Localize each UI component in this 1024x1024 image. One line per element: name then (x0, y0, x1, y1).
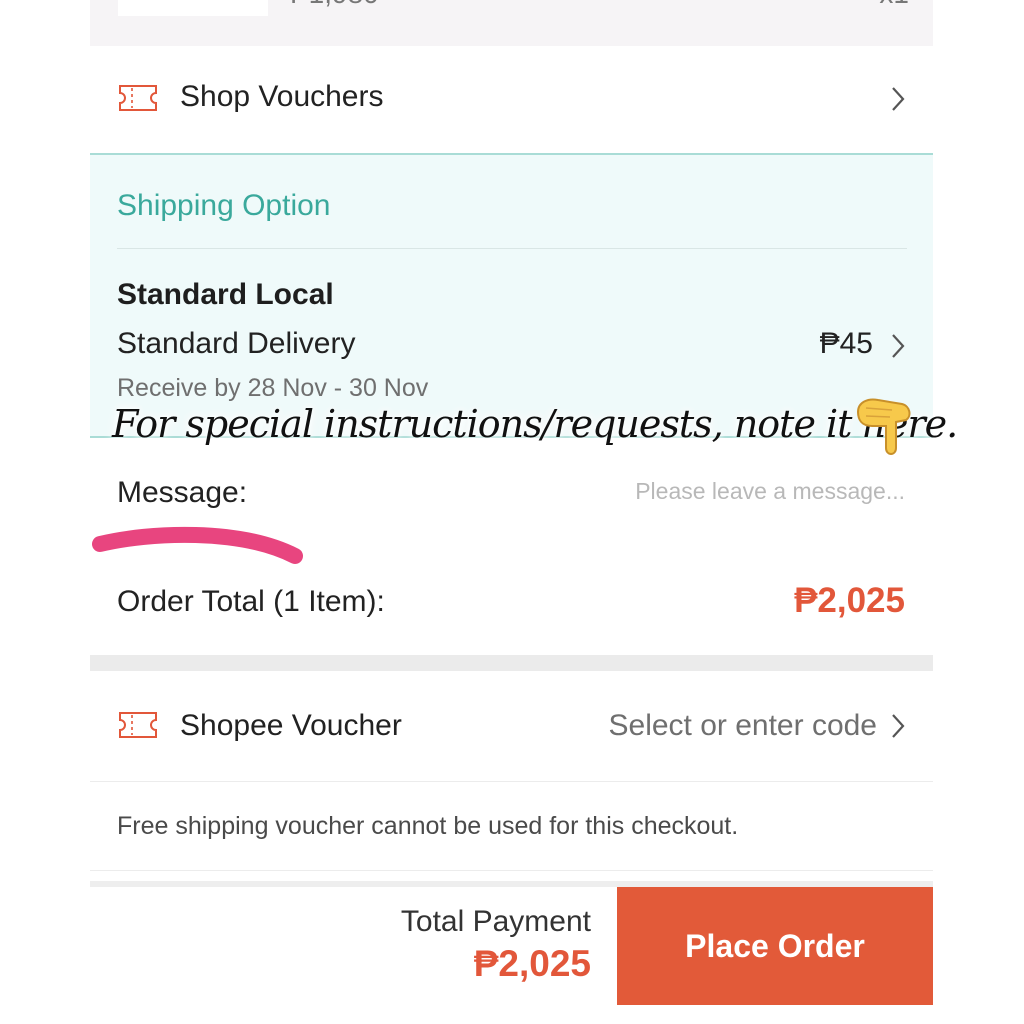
shopee-voucher-row[interactable]: Shopee Voucher Select or enter code (90, 671, 933, 782)
delivery-type: Standard Delivery (117, 327, 356, 360)
message-label: Message: (117, 476, 248, 509)
checkout-footer: Total Payment ₱2,025 Place Order (90, 887, 933, 1005)
shipping-fee: ₱45 (819, 327, 873, 360)
voucher-code-selector[interactable]: Select or enter code (609, 709, 878, 743)
shipping-method-name: Standard Local (117, 278, 334, 311)
place-order-button[interactable]: Place Order (617, 887, 933, 1005)
product-thumbnail-edge (118, 0, 268, 16)
message-input[interactable]: Please leave a message... (635, 478, 905, 505)
chevron-right-icon[interactable] (891, 333, 905, 359)
section-separator (90, 655, 933, 671)
highlight-underline (92, 526, 303, 564)
free-shipping-notice: Free shipping voucher cannot be used for… (90, 782, 933, 871)
total-payment-label: Total Payment (400, 905, 591, 938)
shop-vouchers-row[interactable]: Shop Vouchers (90, 46, 933, 155)
chevron-right-icon[interactable] (891, 86, 905, 112)
order-total-label: Order Total (1 Item): (117, 585, 385, 618)
total-payment-amount: ₱2,025 (473, 943, 591, 984)
item-quantity: x1 (879, 0, 909, 10)
chevron-right-icon[interactable] (891, 713, 905, 739)
shopee-voucher-label: Shopee Voucher (180, 709, 402, 742)
previous-item-row: ₱1,980 x1 (90, 0, 933, 46)
order-total-amount: ₱2,025 (794, 581, 905, 620)
shop-vouchers-label: Shop Vouchers (180, 80, 384, 113)
pointing-down-hand-icon (856, 398, 911, 455)
checkout-screen: ₱1,980 x1 Shop Vouchers Shipping Option … (90, 0, 933, 1024)
delivery-estimate: Receive by 28 Nov - 30 Nov (117, 374, 429, 402)
ticket-icon (119, 85, 157, 111)
shipping-option-title: Shipping Option (117, 189, 331, 222)
annotation-text: For special instructions/requests, note … (112, 402, 958, 446)
notice-text: Free shipping voucher cannot be used for… (117, 812, 739, 840)
shipping-option-section[interactable]: Shipping Option Standard Local Standard … (90, 155, 933, 438)
ticket-icon (119, 712, 157, 738)
divider (117, 248, 907, 249)
item-price: ₱1,980 (290, 0, 379, 10)
